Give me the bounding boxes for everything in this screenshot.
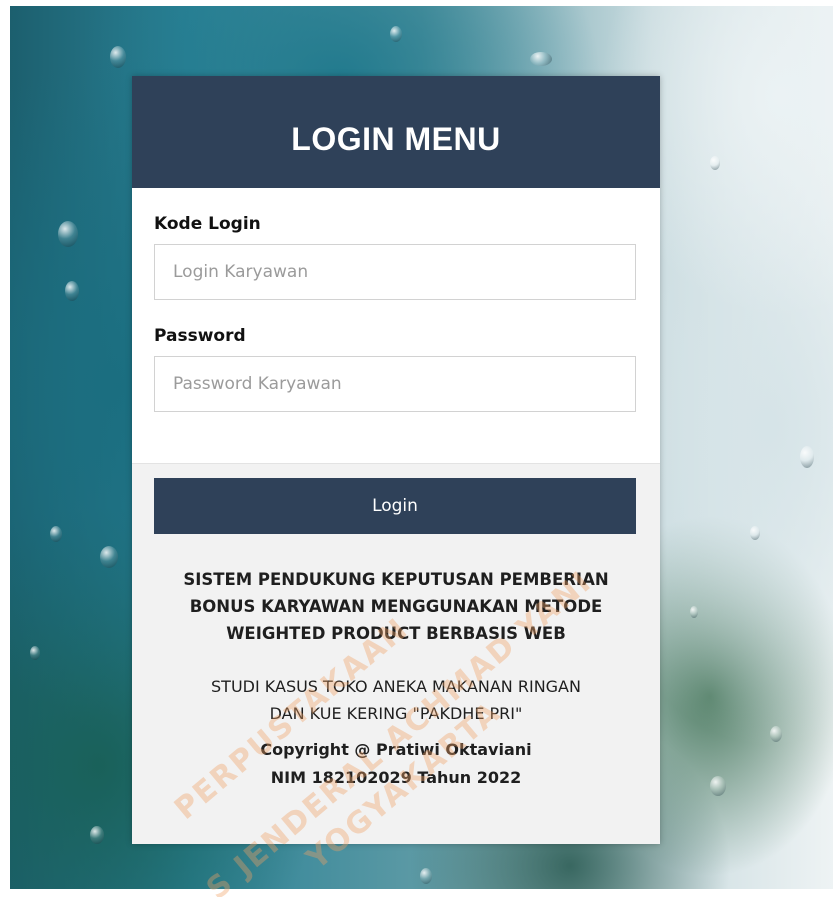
login-button[interactable]: Login xyxy=(154,478,636,534)
raindrop xyxy=(58,221,78,247)
raindrop xyxy=(65,281,79,301)
raindrop xyxy=(750,526,760,540)
card-footer: Login SISTEM PENDUKUNG KEPUTUSAN PEMBERI… xyxy=(132,464,660,792)
system-title-line: SISTEM PENDUKUNG KEPUTUSAN PEMBERIAN xyxy=(183,570,609,589)
raindrop xyxy=(690,606,698,618)
raindrop xyxy=(90,826,104,844)
raindrop xyxy=(110,46,126,68)
copyright: Copyright @ Pratiwi Oktaviani NIM 182102… xyxy=(154,736,638,792)
raindrop xyxy=(420,868,432,884)
raindrop xyxy=(30,646,40,660)
study-case-line: DAN KUE KERING "PAKDHE PRI" xyxy=(269,704,523,723)
kode-login-input[interactable] xyxy=(154,244,636,300)
login-form: Kode Login Password xyxy=(132,188,660,464)
copyright-line: Copyright @ Pratiwi Oktaviani xyxy=(260,740,532,759)
raindrop xyxy=(530,52,552,66)
raindrop xyxy=(390,26,402,42)
system-title-line: BONUS KARYAWAN MENGGUNAKAN METODE xyxy=(189,597,603,616)
raindrop xyxy=(710,156,720,170)
system-title: SISTEM PENDUKUNG KEPUTUSAN PEMBERIAN BON… xyxy=(154,566,638,647)
password-input[interactable] xyxy=(154,356,636,412)
kode-login-label: Kode Login xyxy=(154,214,261,234)
login-card: LOGIN MENU Kode Login Password Login SIS… xyxy=(132,76,660,844)
raindrop xyxy=(50,526,62,542)
student-id-line: NIM 182102029 Tahun 2022 xyxy=(270,768,522,787)
page-title: LOGIN MENU xyxy=(291,120,501,157)
raindrop xyxy=(710,776,726,796)
raindrop xyxy=(800,446,814,468)
card-header: LOGIN MENU xyxy=(132,76,660,188)
system-title-line: WEIGHTED PRODUCT BERBASIS WEB xyxy=(226,624,566,643)
raindrop xyxy=(770,726,782,742)
study-case-line: STUDI KASUS TOKO ANEKA MAKANAN RINGAN xyxy=(211,677,581,696)
password-label: Password xyxy=(154,326,246,346)
raindrop xyxy=(100,546,118,568)
study-case: STUDI KASUS TOKO ANEKA MAKANAN RINGAN DA… xyxy=(154,673,638,727)
